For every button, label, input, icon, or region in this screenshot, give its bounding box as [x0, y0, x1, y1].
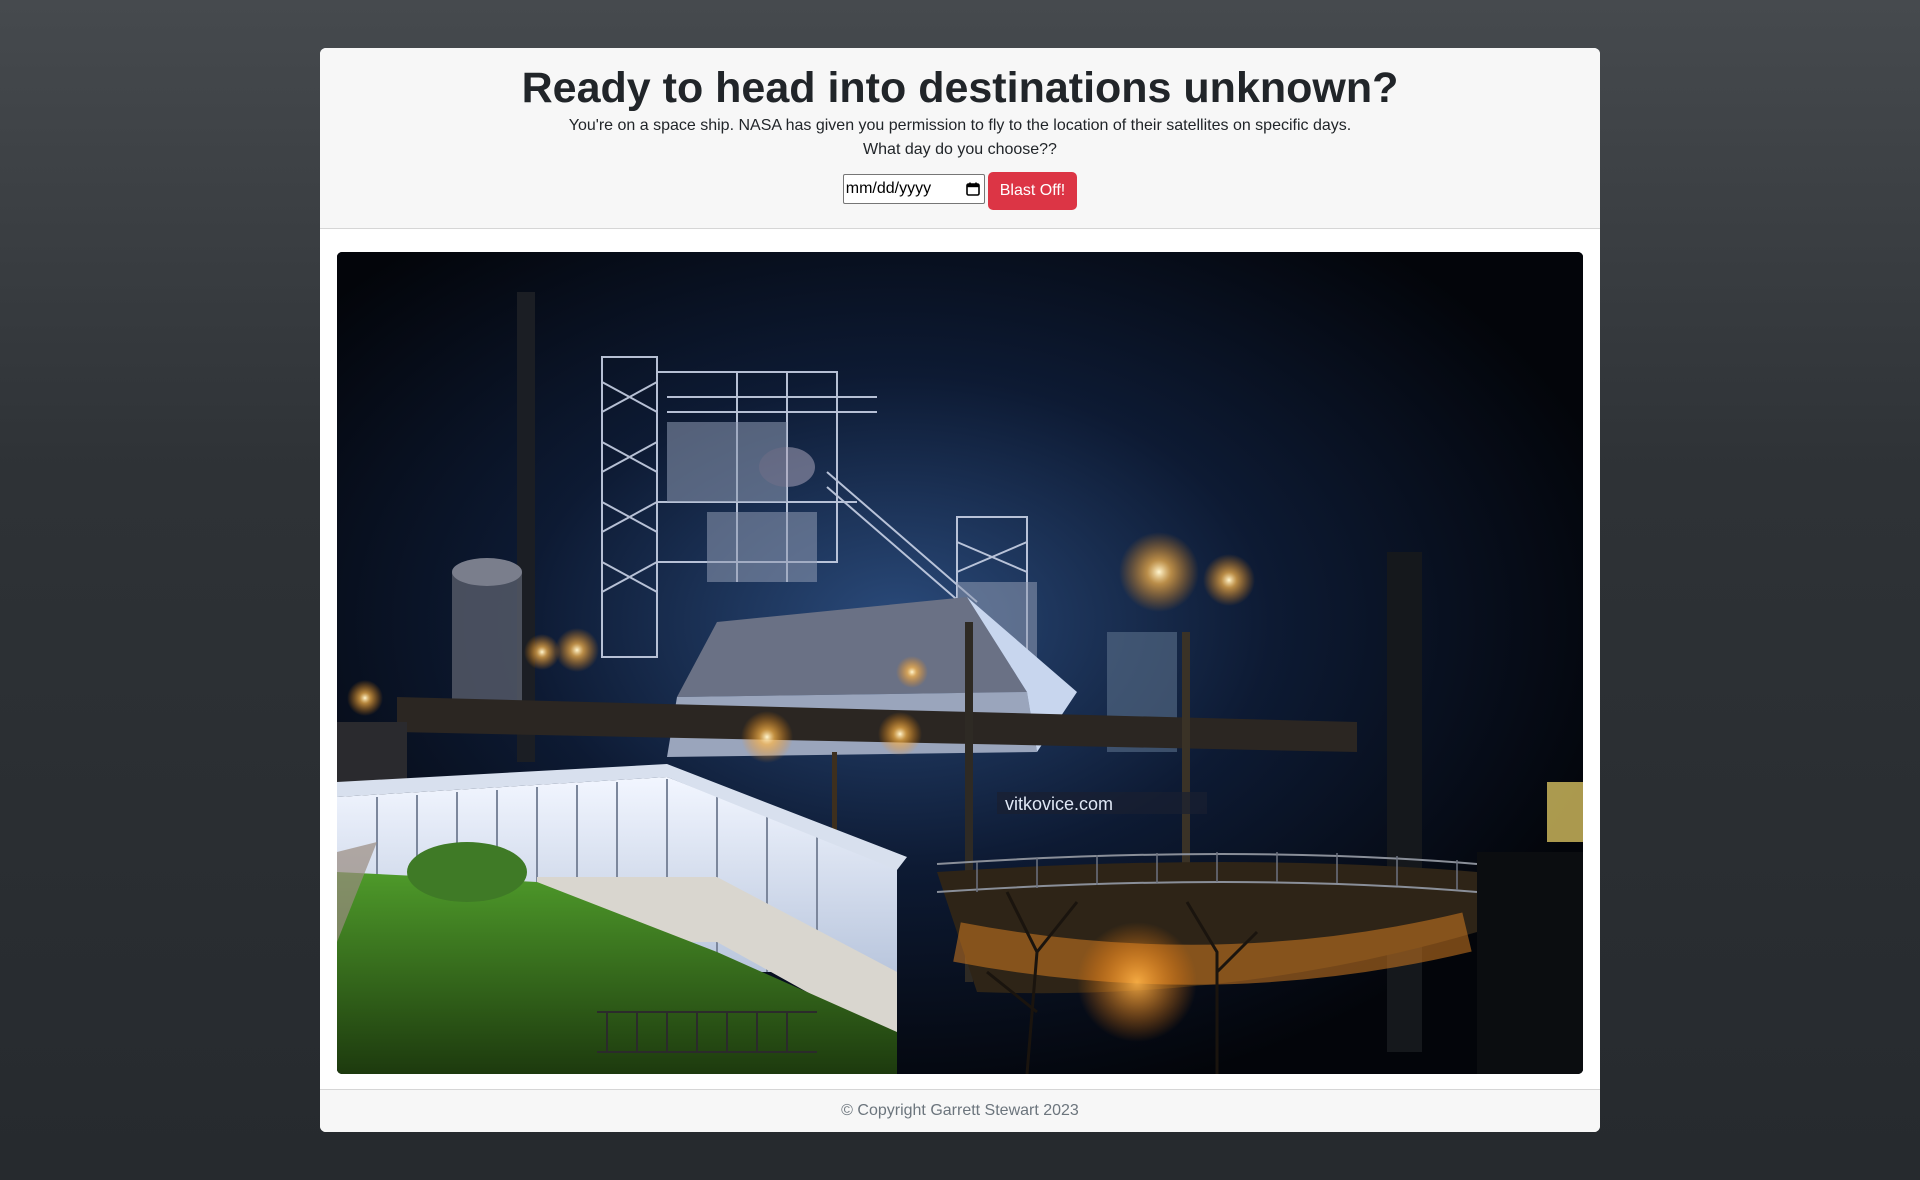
page-description: You're on a space ship. NASA has given y…: [320, 114, 1600, 162]
calendar-icon[interactable]: [965, 182, 980, 196]
apod-image: vitkovice.com: [337, 252, 1583, 1074]
main-card: Ready to head into destinations unknown?…: [320, 48, 1600, 1132]
card-header: Ready to head into destinations unknown?…: [320, 48, 1600, 229]
blast-off-button[interactable]: Blast Off!: [987, 172, 1078, 210]
photo-watermark: vitkovice.com: [1005, 794, 1113, 814]
date-placeholder: mm/dd/yyyy: [845, 180, 932, 197]
copyright-text: © Copyright Garrett Stewart 2023: [841, 1102, 1079, 1119]
date-input[interactable]: mm/dd/yyyy: [842, 174, 985, 204]
industrial-night-photo: vitkovice.com: [337, 252, 1583, 1074]
description-line-1: You're on a space ship. NASA has given y…: [568, 117, 1352, 134]
description-line-2: What day do you choose??: [863, 141, 1057, 158]
date-form: mm/dd/yyyy Blast Off!: [320, 172, 1600, 210]
page-title: Ready to head into destinations unknown?: [521, 64, 1399, 112]
footer: © Copyright Garrett Stewart 2023: [320, 1089, 1600, 1132]
